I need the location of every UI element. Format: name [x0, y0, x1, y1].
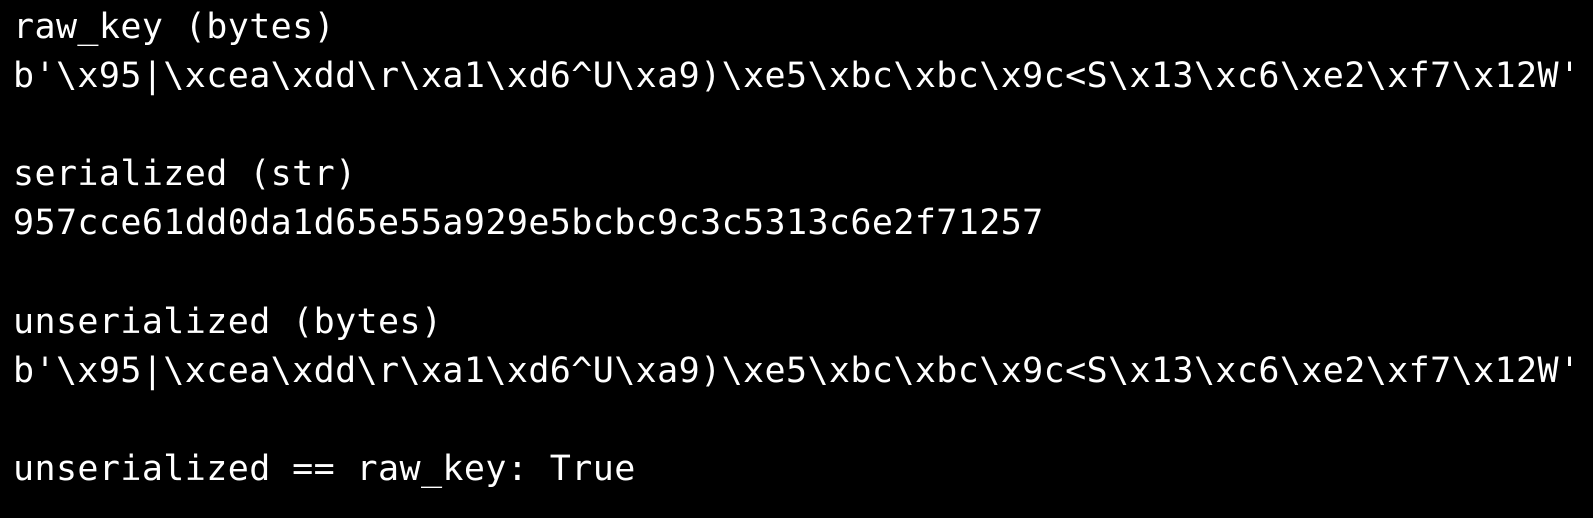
unserialized-heading: unserialized (bytes) [13, 302, 443, 342]
raw-key-heading: raw_key (bytes) [13, 7, 336, 47]
unserialized-value: b'\x95|\xcea\xdd\r\xa1\xd6^U\xa9)\xe5\xb… [13, 351, 1581, 391]
serialized-value: 957cce61dd0da1d65e55a929e5bcbc9c3c5313c6… [13, 203, 1044, 243]
serialized-heading: serialized (str) [13, 154, 357, 194]
raw-key-value: b'\x95|\xcea\xdd\r\xa1\xd6^U\xa9)\xe5\xb… [13, 56, 1581, 96]
terminal-output: raw_key (bytes) b'\x95|\xcea\xdd\r\xa1\x… [0, 0, 1593, 518]
equality-check-result: unserialized == raw_key: True [13, 449, 636, 489]
